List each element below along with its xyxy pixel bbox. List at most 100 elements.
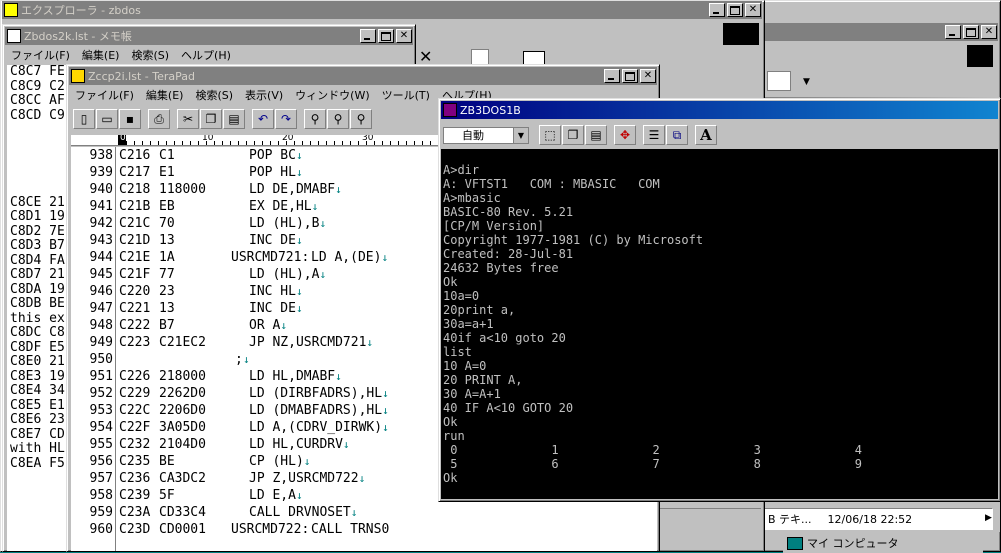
- mark-icon[interactable]: ⬚: [539, 125, 561, 145]
- new-file-icon[interactable]: ▯: [73, 109, 95, 129]
- background-icon[interactable]: ⧉: [666, 125, 688, 145]
- copy-icon[interactable]: ❐: [200, 109, 222, 129]
- hex-bytes: 2206D0: [159, 403, 206, 418]
- terapad-menu-item[interactable]: 表示(V): [239, 87, 289, 103]
- maximize-button[interactable]: [727, 3, 743, 17]
- line-number: 955: [89, 437, 113, 452]
- print-icon[interactable]: ⎙: [148, 109, 170, 129]
- notepad-text-area[interactable]: C8C7 FE C8C9 C2 C8CC AF C8CD C9 C8CE 21 C8D1 …: [7, 65, 70, 551]
- linefeed-icon: ↓: [381, 251, 389, 264]
- undo-icon[interactable]: ↶: [252, 109, 274, 129]
- notepad-titlebar[interactable]: Zbdos2k.lst - メモ帳 ✕: [5, 27, 413, 45]
- console-line: 30a=a+1: [443, 317, 494, 331]
- notepad-menu-item[interactable]: 編集(E): [76, 47, 126, 63]
- font-icon[interactable]: A: [695, 125, 717, 145]
- notepad-line: C8E6 23: [10, 412, 65, 427]
- minimize-button[interactable]: [945, 25, 961, 39]
- notepad-menu-item[interactable]: ヘルプ(H): [175, 47, 237, 63]
- paste-icon[interactable]: ▤: [585, 125, 607, 145]
- notepad-icon: [7, 29, 21, 43]
- save-icon[interactable]: ▪: [119, 109, 141, 129]
- linefeed-icon: ↓: [303, 455, 311, 468]
- close-button[interactable]: ✕: [981, 25, 997, 39]
- view-icon[interactable]: [767, 71, 791, 91]
- line-number: 958: [89, 488, 113, 503]
- address: C226: [119, 369, 151, 384]
- linefeed-icon: ↓: [280, 319, 287, 332]
- find-prev-icon[interactable]: ⚲: [350, 109, 372, 129]
- line-number: 957: [89, 471, 113, 486]
- notepad-line: C8DF E5: [10, 339, 65, 355]
- notepad-menu-item[interactable]: ファイル(F): [5, 47, 76, 63]
- scroll-right-icon[interactable]: ▶: [985, 513, 992, 523]
- console-line: Copyright 1977-1981 (C) by Microsoft: [443, 233, 704, 247]
- linefeed-icon: ↓: [295, 166, 303, 179]
- my-computer-item[interactable]: マイ コンピュータ: [783, 533, 983, 553]
- hex-bytes: CA3DC2: [159, 471, 206, 486]
- minimize-button[interactable]: [709, 3, 725, 17]
- terapad-menu-item[interactable]: ウィンドウ(W): [289, 87, 375, 103]
- address: C21F: [119, 267, 151, 282]
- console-line: 10a=0: [443, 289, 480, 303]
- maximize-button[interactable]: [963, 25, 979, 39]
- minimize-button[interactable]: [604, 69, 620, 83]
- dos-icon: [443, 103, 457, 117]
- find-icon[interactable]: ⚲: [304, 109, 326, 129]
- properties-icon[interactable]: ☰: [643, 125, 665, 145]
- status-label: B テキ...: [768, 513, 812, 526]
- linefeed-icon: ↓: [295, 285, 303, 298]
- console-line: A>dir: [443, 163, 480, 177]
- cut-icon[interactable]: ✂: [177, 109, 199, 129]
- console-line: Ok: [443, 471, 458, 485]
- terapad-titlebar[interactable]: Zccp2i.lst - TeraPad ✕: [69, 67, 657, 85]
- dos-console[interactable]: A>dir A: VFTST1 COM : MBASIC COM A>mbasic B…: [441, 149, 998, 499]
- paste-icon[interactable]: ▤: [223, 109, 245, 129]
- maximize-button[interactable]: [378, 29, 394, 43]
- chevron-down-icon[interactable]: ▼: [513, 127, 528, 143]
- line-number: 951: [89, 369, 113, 384]
- minimize-button[interactable]: [360, 29, 376, 43]
- notepad-line: C8D1 19: [10, 209, 65, 224]
- linefeed-icon: ↓: [335, 183, 342, 196]
- terapad-menu-item[interactable]: 編集(E): [140, 87, 190, 103]
- background-window-titlebar[interactable]: ✕: [763, 23, 998, 41]
- console-line: Ok: [443, 275, 458, 289]
- instruction: CALL DRVNOSET↓: [249, 505, 358, 520]
- instruction: LD (DMABFADRS),HL↓: [249, 403, 389, 418]
- instruction: LD HL,CURDRV↓: [249, 437, 350, 452]
- notepad-menu-item[interactable]: 検索(S): [125, 47, 175, 63]
- linefeed-icon: ↓: [319, 217, 327, 230]
- find-next-icon[interactable]: ⚲: [327, 109, 349, 129]
- copy-icon[interactable]: ❐: [562, 125, 584, 145]
- terapad-menu-item[interactable]: ツール(T): [376, 87, 436, 103]
- hex-bytes: BE: [159, 454, 175, 469]
- close-button[interactable]: ✕: [396, 29, 412, 43]
- fullscreen-icon[interactable]: ✥: [614, 125, 636, 145]
- close-button[interactable]: ✕: [745, 3, 761, 17]
- font-select[interactable]: 自動 ▼: [443, 126, 529, 144]
- hex-bytes: 70: [159, 216, 175, 231]
- notepad-line: C8EA F5: [10, 455, 65, 471]
- explorer-title: エクスプローラ - zbdos: [21, 4, 141, 17]
- terapad-menu-item[interactable]: ファイル(F): [69, 87, 140, 103]
- redo-icon[interactable]: ↷: [275, 109, 297, 129]
- dos-titlebar[interactable]: ZB3DOS1B: [441, 101, 998, 119]
- console-line: 20print a,: [443, 303, 516, 317]
- close-button[interactable]: ✕: [640, 69, 656, 83]
- terapad-menu-item[interactable]: 検索(S): [189, 87, 239, 103]
- linefeed-icon: ↓: [295, 489, 303, 502]
- open-file-icon[interactable]: ▭: [96, 109, 118, 129]
- chevron-down-icon[interactable]: ▼: [803, 77, 810, 87]
- status-area: B テキ... 12/06/18 22:52: [761, 498, 1000, 532]
- linefeed-icon: ↓: [342, 438, 350, 451]
- console-line: 10 A=0: [443, 359, 487, 373]
- notepad-line: C8C7 FE: [10, 65, 65, 79]
- explorer-titlebar[interactable]: エクスプローラ - zbdos ✕: [2, 1, 762, 19]
- notepad-line: C8DB BE: [10, 296, 65, 311]
- terapad-toolbar: ▯ ▭ ▪ ⎙ ✂ ❐ ▤ ↶ ↷ ⚲ ⚲ ⚲: [73, 109, 373, 131]
- hex-bytes: EB: [159, 199, 175, 214]
- hex-bytes: 13: [159, 301, 175, 316]
- maximize-button[interactable]: [622, 69, 638, 83]
- line-number: 948: [89, 318, 113, 333]
- code-label: ;: [235, 352, 243, 367]
